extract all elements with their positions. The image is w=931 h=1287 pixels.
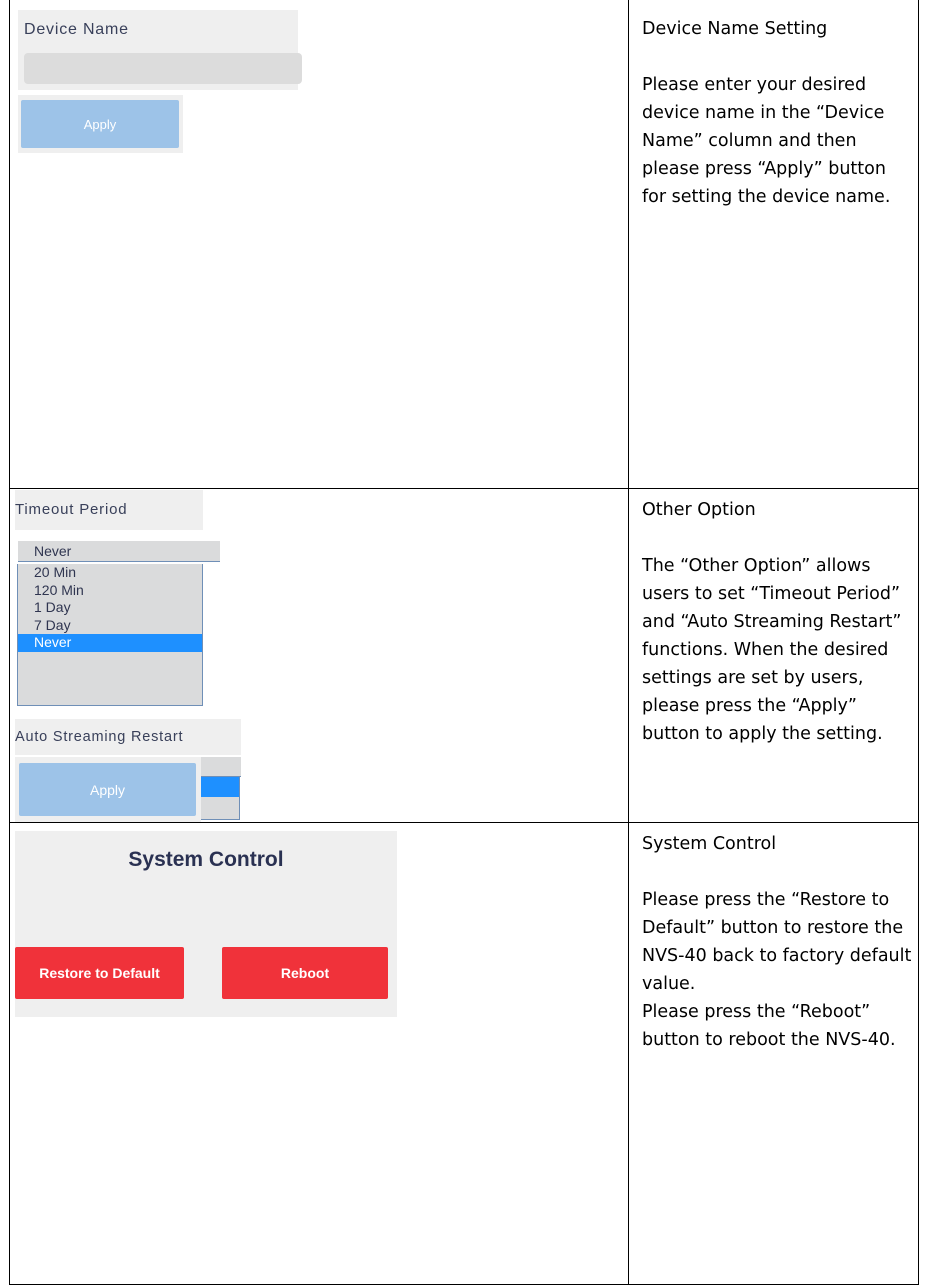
device-name-body: Please enter your desired device name in…: [642, 75, 891, 207]
timeout-option[interactable]: 1 Day: [18, 599, 202, 617]
auto-streaming-restart-label: Auto Streaming Restart: [15, 719, 241, 755]
other-option-heading: Other Option: [642, 500, 756, 520]
device-name-apply-button[interactable]: Apply: [21, 100, 179, 148]
device-name-apply-wrap: Apply: [18, 95, 183, 153]
timeout-option[interactable]: 20 Min: [18, 564, 202, 582]
device-name-label: Device Name: [24, 21, 129, 38]
reboot-button[interactable]: Reboot: [222, 947, 388, 999]
row-divider-2: [9, 822, 919, 823]
column-divider: [628, 0, 629, 1285]
other-option-body: The “Other Option” allows users to set “…: [642, 556, 902, 744]
timeout-period-label: Timeout Period: [15, 490, 203, 530]
device-name-input[interactable]: [24, 53, 302, 84]
system-control-panel: System Control Restore to Default Reboot: [15, 831, 397, 1017]
system-control-title: System Control: [128, 848, 284, 871]
timeout-period-dropdown[interactable]: Never 20 Min 120 Min 1 Day 7 Day Never: [17, 541, 220, 706]
timeout-current-value[interactable]: Never: [18, 541, 220, 562]
other-option-apply-wrap: Apply: [15, 757, 201, 822]
system-control-body-1: Please press the “Restore to Default” bu…: [642, 890, 912, 994]
timeout-option-selected[interactable]: Never: [18, 634, 202, 652]
system-control-body-2: Please press the “Reboot” button to rebo…: [642, 1002, 896, 1050]
device-name-panel: Device Name: [18, 10, 302, 90]
timeout-option[interactable]: 120 Min: [18, 582, 202, 600]
other-option-apply-button[interactable]: Apply: [19, 763, 196, 816]
system-control-heading: System Control: [642, 834, 777, 854]
timeout-option[interactable]: 7 Day: [18, 617, 202, 635]
other-option-description: Other Option The “Other Option” allows u…: [642, 496, 912, 748]
row-divider-1: [9, 488, 919, 489]
system-control-description: System Control Please press the “Restore…: [642, 830, 912, 1054]
restore-to-default-button[interactable]: Restore to Default: [15, 947, 184, 999]
device-name-description: Device Name Setting Please enter your de…: [642, 15, 912, 211]
device-name-heading: Device Name Setting: [642, 19, 828, 39]
